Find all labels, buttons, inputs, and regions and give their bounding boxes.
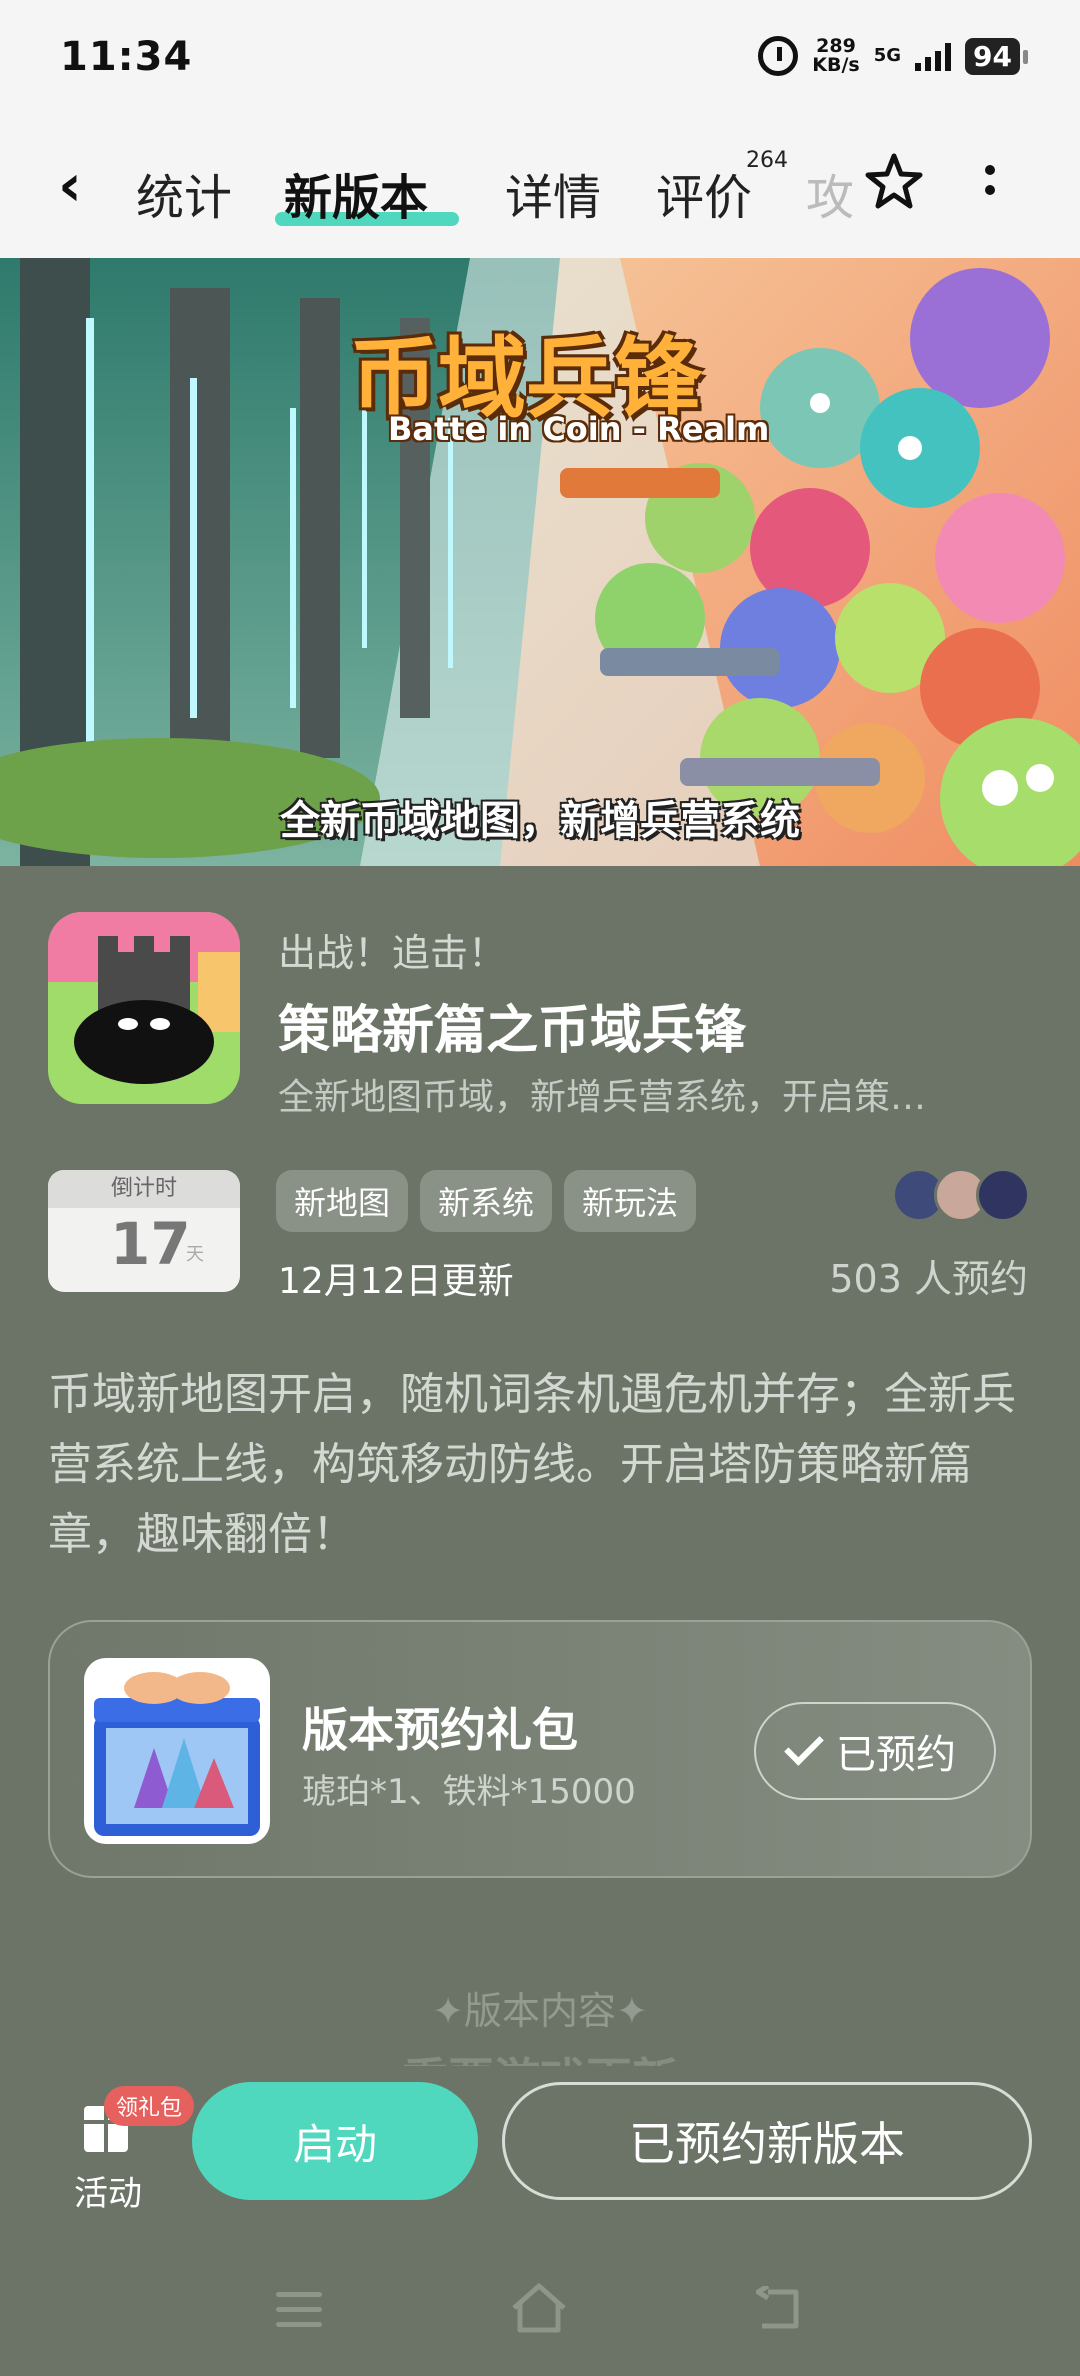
tab-details[interactable]: 详情 — [505, 158, 601, 228]
reserver-avatars — [892, 1168, 1030, 1222]
launch-button[interactable]: 启动 — [192, 2082, 478, 2200]
top-bar: 11:34 289 KB/s 5G 94 ‹ 统计 新版本 详情 评价 264 … — [0, 0, 1080, 258]
reservation-gift-card[interactable]: 版本预约礼包 琥珀*1、铁料*15000 已预约 — [48, 1620, 1032, 1878]
tag-new-system: 新系统 — [420, 1170, 553, 1232]
signal-icon — [915, 41, 952, 71]
activity-label: 活动 — [74, 2174, 142, 2214]
countdown-label: 倒计时 — [48, 1170, 240, 1208]
version-banner[interactable]: 币域兵锋 Batte in Coin - Realm 全新币域地图，新增兵营系统 — [0, 258, 1080, 866]
gift-reserved-button[interactable]: 已预约 — [754, 1702, 996, 1800]
update-date: 12月12日更新 — [278, 1261, 514, 1302]
more-options-icon[interactable] — [985, 165, 997, 205]
version-tags: 新地图 新系统 新玩法 — [276, 1170, 697, 1232]
game-slogan: 出战！追击！ — [278, 931, 507, 975]
tower-icon — [48, 912, 240, 1104]
activity-badge: 领礼包 — [104, 2086, 195, 2126]
tab-nav: ‹ 统计 新版本 详情 评价 264 攻 — [0, 140, 1080, 240]
tab-new-version[interactable]: 新版本 — [284, 158, 428, 228]
network-speed: 289 KB/s — [812, 37, 859, 75]
gift-reserved-label: 已预约 — [836, 1732, 956, 1778]
tag-new-gameplay: 新玩法 — [564, 1170, 697, 1232]
tab-guides[interactable]: 攻 — [806, 158, 854, 228]
system-nav-bar — [0, 2262, 1080, 2362]
home-icon[interactable] — [510, 2282, 568, 2334]
alarm-icon — [758, 36, 799, 76]
activity-button[interactable]: 领礼包 活动 — [70, 2086, 210, 2214]
gift-title: 版本预约礼包 — [302, 1703, 578, 1757]
favorite-star-icon[interactable] — [862, 150, 926, 214]
reserve-count: 503 人预约 — [829, 1257, 1028, 1301]
banner-subtitle: Batte in Coin - Realm — [388, 410, 770, 448]
back-chevron-icon[interactable]: ‹ — [58, 156, 82, 214]
status-indicators: 289 KB/s 5G 94 — [758, 36, 1028, 76]
countdown-card: 倒计时 17 天 — [48, 1170, 240, 1292]
check-icon — [784, 1726, 824, 1766]
network-speed-unit: KB/s — [812, 54, 860, 76]
reviews-count-badge: 264 — [746, 148, 788, 173]
version-intro: 币域新地图开启，随机词条机遇危机并存；全新兵营系统上线，构筑移动防线。开启塔防策… — [48, 1369, 1016, 1560]
reserved-version-button[interactable]: 已预约新版本 — [502, 2082, 1032, 2200]
status-time: 11:34 — [60, 34, 193, 80]
gift-detail: 琥珀*1、铁料*15000 — [302, 1772, 636, 1812]
avatar — [976, 1168, 1030, 1222]
banner-caption: 全新币域地图，新增兵营系统 — [280, 798, 800, 844]
section-title: ✦版本内容✦ — [432, 1989, 648, 2033]
gift-box-icon — [84, 1658, 270, 1844]
tab-reviews[interactable]: 评价 — [656, 158, 752, 228]
countdown-value: 17 — [110, 1210, 191, 1278]
battery-indicator: 94 — [965, 37, 1028, 75]
tab-stats[interactable]: 统计 — [136, 158, 232, 228]
game-app-icon[interactable] — [48, 912, 240, 1104]
recent-apps-icon[interactable] — [276, 2292, 322, 2337]
game-description[interactable]: 全新地图币域，新增兵营系统，开启策… — [278, 1068, 1018, 1120]
tag-new-map: 新地图 — [276, 1170, 409, 1232]
game-title: 策略新篇之币域兵锋 — [278, 1001, 747, 1061]
countdown-unit: 天 — [186, 1244, 204, 1265]
network-type: 5G — [873, 45, 902, 66]
system-back-icon[interactable] — [756, 2286, 806, 2332]
